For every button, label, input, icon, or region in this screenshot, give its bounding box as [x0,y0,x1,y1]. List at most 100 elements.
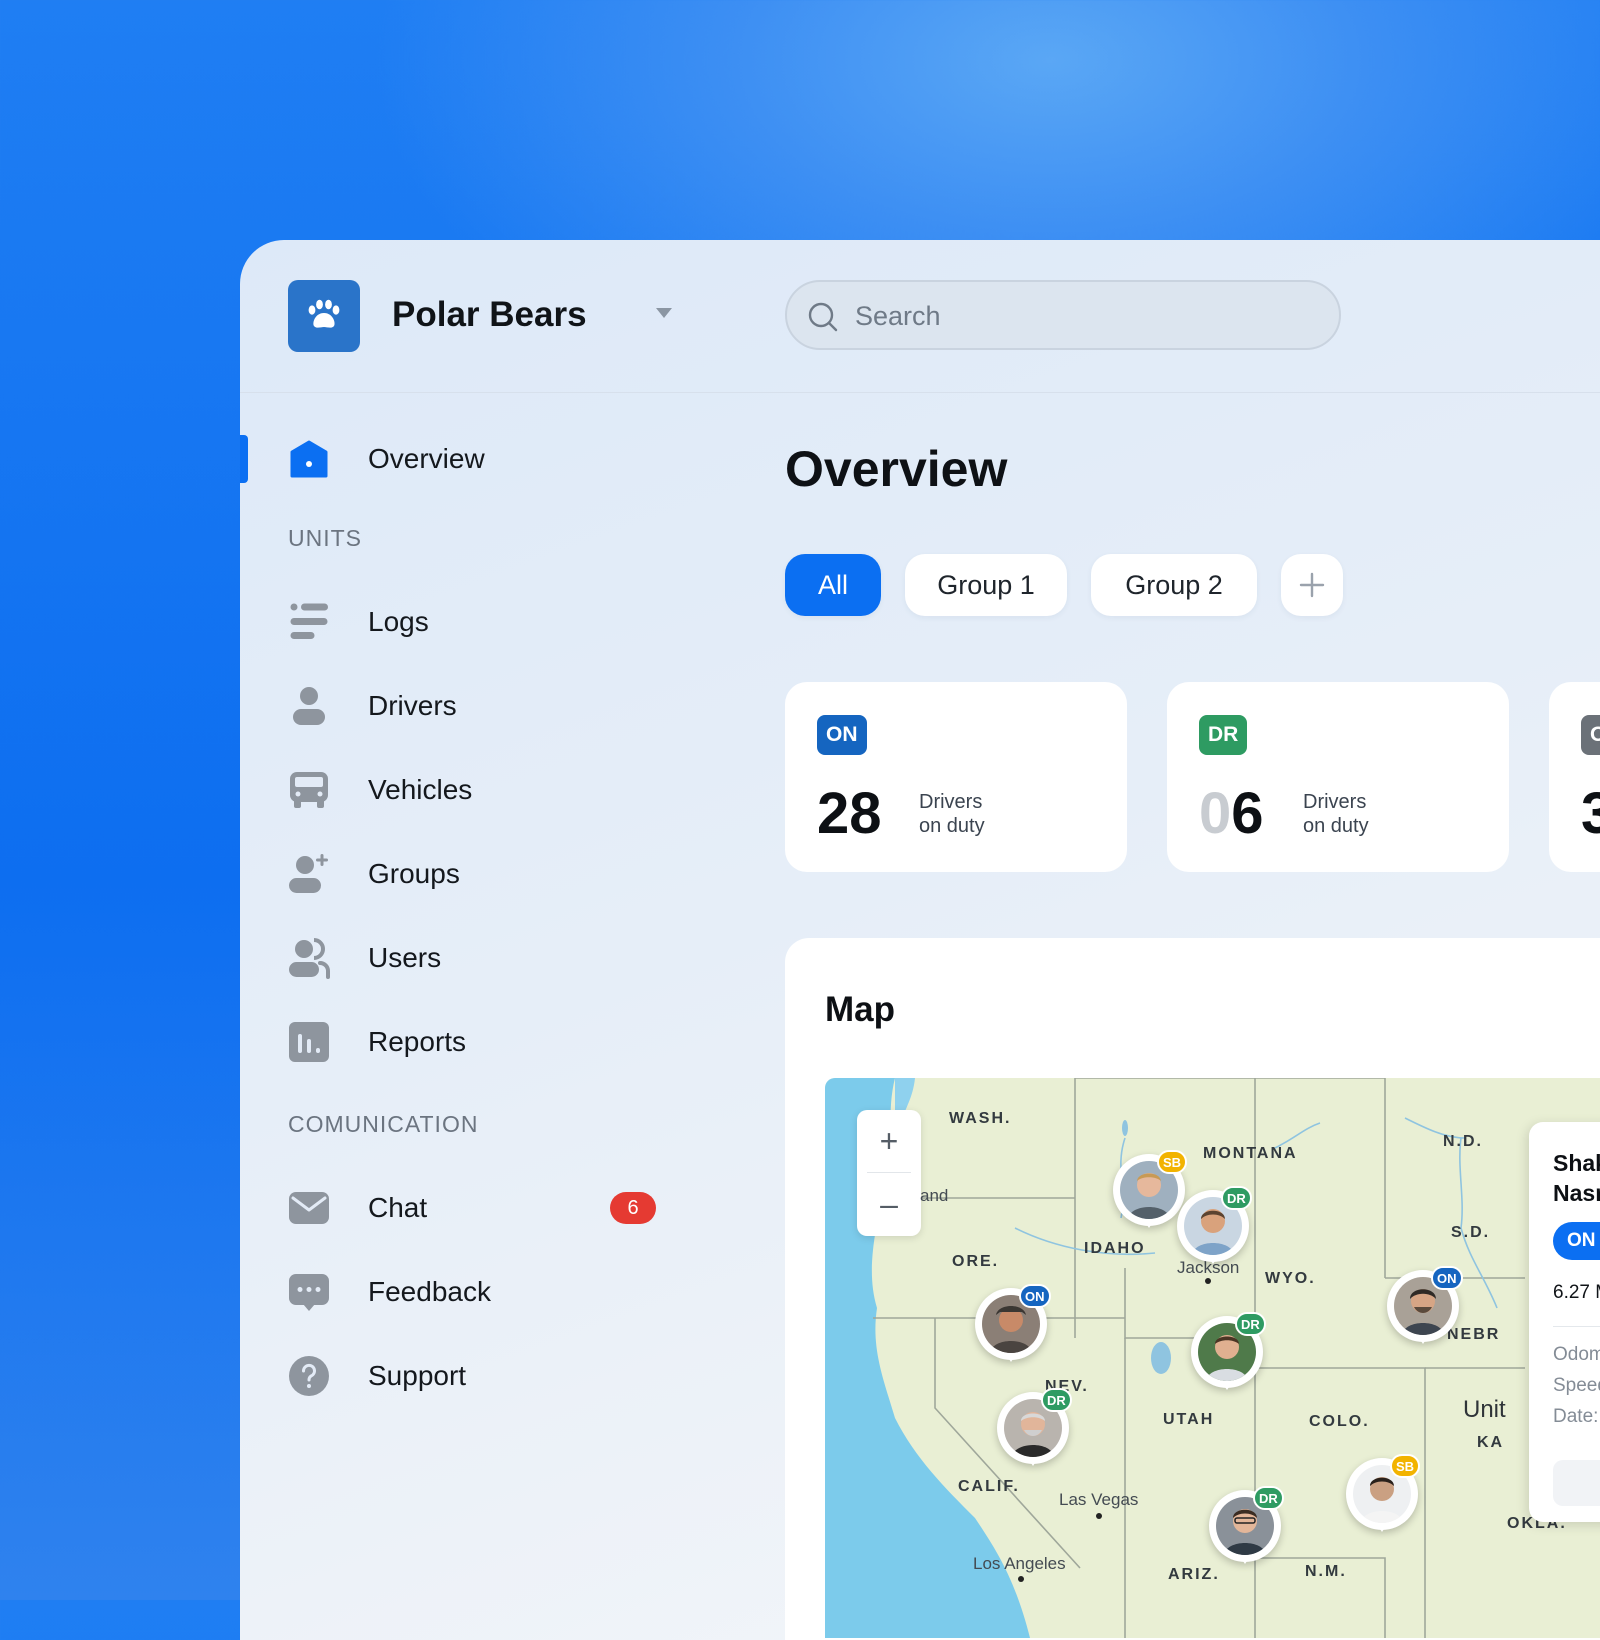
stat-card-third[interactable]: O 3 [1549,682,1600,872]
driver-marker[interactable]: ON [975,1284,1051,1378]
map-label-utah: UTAH [1163,1411,1215,1428]
driver-marker[interactable]: DR [1191,1312,1266,1406]
sidebar-item-logs[interactable]: Logs [288,592,668,652]
sidebar-item-vehicles[interactable]: Vehicles [288,760,668,820]
driver-marker[interactable]: DR [1177,1186,1252,1280]
sidebar-item-label: Support [368,1360,467,1391]
sidebar-item-groups[interactable]: Groups [288,844,668,904]
status-badge: DR [1199,715,1248,755]
sidebar-item-drivers[interactable]: Drivers [288,676,668,736]
app-window: Polar Bears Overview UNITS [240,240,1600,1640]
marker-status-badge: SB [1390,1454,1421,1478]
driver-marker[interactable]: SB [1346,1454,1421,1548]
sidebar-item-overview[interactable]: Overview [288,429,668,489]
map-label-wyoming: WYO. [1265,1270,1316,1287]
stat-card-driving[interactable]: DR 06 Drivers on duty [1167,682,1509,872]
sidebar-item-label: Drivers [368,690,457,721]
stat-description: Drivers on duty [919,791,985,837]
reports-icon [288,1021,330,1063]
driver-marker[interactable]: SB [1113,1150,1188,1244]
sidebar-item-label: Chat [368,1192,428,1223]
marker-status-badge: DR [1041,1388,1072,1412]
add-filter-button[interactable] [1281,554,1343,616]
top-bar: Polar Bears [240,240,1600,393]
map-label-south-dakota: S.D. [1451,1224,1491,1241]
driver-icon [288,685,330,727]
city-dot-las-vegas [1096,1513,1102,1519]
popup-divider [1553,1326,1600,1327]
team-name: Polar Bears [392,295,587,334]
driver-status-badge: ON DU [1553,1222,1600,1260]
popup-action-button[interactable] [1553,1460,1600,1506]
groups-icon [288,853,330,895]
city-label-los-angeles: Los Angeles [973,1554,1066,1573]
support-icon [288,1355,330,1397]
driver-marker[interactable]: ON [1387,1266,1463,1360]
marker-status-badge: ON [1019,1284,1051,1308]
sidebar-item-label: Reports [368,1026,467,1057]
city-label-las-vegas: Las Vegas [1059,1490,1139,1509]
map-card: Map + – WASH. MONTANA N.D. S.D. IDAHO OR… [785,938,1600,1640]
map-label-kansas: KA [1477,1434,1505,1451]
marker-status-badge: ON [1431,1266,1463,1290]
map-label-colorado: COLO. [1309,1413,1370,1430]
country-label-united-states: Unit [1463,1396,1506,1423]
stat-card-on-duty[interactable]: ON 28 Drivers on duty [785,682,1127,872]
marker-status-badge: SB [1157,1150,1188,1174]
sidebar-item-label: Feedback [368,1276,491,1307]
driver-detail-popup[interactable]: ShakhNasrid ON DU 6.27 Mi Odome Speed: D… [1529,1122,1600,1522]
city-dot-los-angeles [1018,1576,1024,1582]
page-title: Overview [785,441,1008,497]
zoom-in-button[interactable]: + [857,1110,921,1172]
sidebar-item-support[interactable]: Support [288,1346,668,1406]
communication-section-label: COMUNICATION [288,1111,479,1137]
date-label: Date: [1553,1406,1599,1427]
filter-chip-group-1[interactable]: Group 1 [905,554,1067,616]
sidebar-item-label: Users [368,942,442,973]
feedback-icon [288,1271,330,1313]
vehicle-icon [288,769,330,811]
team-logo[interactable] [288,280,360,352]
map-label-north-dakota: N.D. [1443,1133,1483,1150]
active-nav-indicator [240,435,248,483]
map-label-oregon: ORE. [952,1253,1000,1270]
driver-miles: 6.27 Mi [1553,1282,1600,1303]
map-view[interactable]: + – WASH. MONTANA N.D. S.D. IDAHO ORE. W… [825,1078,1600,1638]
marker-status-badge: DR [1253,1486,1284,1510]
zoom-out-button[interactable]: – [857,1173,921,1235]
sidebar-item-chat[interactable]: Chat 6 [288,1178,668,1238]
sidebar-item-label: Logs [368,606,429,637]
driver-marker[interactable]: DR [997,1388,1072,1482]
chat-unread-badge: 6 [610,1192,656,1224]
users-icon [288,937,330,979]
filter-chip-group-2[interactable]: Group 2 [1091,554,1257,616]
sidebar-item-feedback[interactable]: Feedback [288,1262,668,1322]
stat-count: 06 [1199,781,1264,846]
sidebar-item-label: Overview [368,443,485,474]
driver-name: ShakhNasrid [1553,1150,1600,1206]
search-input[interactable] [853,282,1317,350]
stat-count: 28 [817,781,882,846]
chat-icon [288,1187,330,1229]
map-label-washington: WASH. [949,1110,1012,1127]
paw-icon [308,299,340,328]
units-section-label: UNITS [288,525,362,551]
zoom-controls: + – [857,1110,921,1236]
city-label-portland: and [920,1186,949,1205]
map-title: Map [825,990,895,1029]
search-box[interactable] [785,280,1341,350]
sidebar-item-reports[interactable]: Reports [288,1012,668,1072]
status-badge: O [1581,715,1600,755]
sidebar-item-label: Groups [368,858,460,889]
stat-count: 3 [1581,781,1600,846]
marker-status-badge: DR [1235,1312,1266,1336]
sidebar-item-users[interactable]: Users [288,928,668,988]
home-icon [288,438,330,480]
speed-label: Speed: [1553,1375,1600,1396]
map-label-montana: MONTANA [1203,1145,1298,1162]
team-dropdown-caret-icon[interactable] [656,308,672,318]
filter-chip-all[interactable]: All [785,554,881,616]
map-label-new-mexico: N.M. [1305,1563,1347,1580]
driver-marker[interactable]: DR [1209,1486,1284,1580]
sidebar-item-label: Vehicles [368,774,473,805]
